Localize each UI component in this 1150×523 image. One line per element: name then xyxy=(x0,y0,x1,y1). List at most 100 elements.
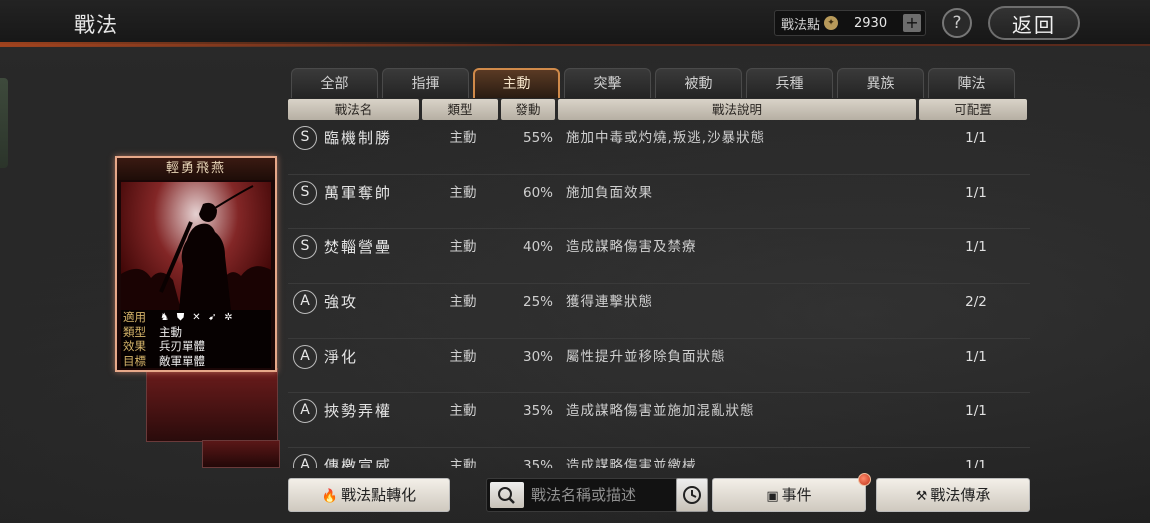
tactic-name: 焚輜營壘 xyxy=(324,238,393,257)
tactic-name: 萬軍奪帥 xyxy=(324,183,393,202)
grade-badge: S xyxy=(293,180,317,205)
history-button[interactable] xyxy=(676,478,708,512)
tactic-name: 強攻 xyxy=(324,293,359,312)
tactic-type: 主動 xyxy=(449,239,477,256)
tactic-desc: 獲得連擊狀態 xyxy=(566,294,653,311)
inherit-label: 戰法傳承 xyxy=(930,486,991,504)
tactic-rate: 60% xyxy=(522,184,553,201)
tactic-rate: 30% xyxy=(522,348,553,365)
convert-points-button[interactable]: 🔥 戰法點轉化 xyxy=(288,478,450,512)
header-rate[interactable]: 發動 xyxy=(501,99,555,120)
tab-troop[interactable]: 兵種 xyxy=(746,68,833,98)
top-bar: 戰法 戰法點 ✦ 2930 + ? 返回 xyxy=(0,0,1150,47)
card-target-label: 目標 xyxy=(123,353,146,368)
convert-points-label: 戰法點轉化 xyxy=(341,486,417,504)
tab-foreign[interactable]: 異族 xyxy=(837,68,924,98)
tab-command[interactable]: 指揮 xyxy=(382,68,469,98)
table-row[interactable]: S 臨機制勝 主動 55% 施加中毒或灼燒,叛逃,沙暴狀態 1/1 xyxy=(288,120,1030,175)
tactic-rate: 55% xyxy=(522,130,553,146)
header-type[interactable]: 類型 xyxy=(422,99,498,120)
card-effect-label: 效果 xyxy=(123,339,146,353)
points-label: 戰法點 xyxy=(781,17,821,33)
tactic-type: 主動 xyxy=(449,294,477,311)
table-row[interactable]: A 挾勢弄權 主動 35% 造成謀略傷害並施加混亂狀態 1/1 xyxy=(288,393,1030,449)
notification-badge xyxy=(858,473,871,486)
tab-formation[interactable]: 陣法 xyxy=(928,68,1015,98)
category-tabs: 全部 指揮 主動 突擊 被動 兵種 異族 陣法 xyxy=(291,68,1015,98)
inherit-button[interactable]: ⚒ 戰法傳承 xyxy=(876,478,1030,512)
spear-icon: ➹ xyxy=(208,311,217,323)
points-value: 2930 xyxy=(854,15,888,31)
tactic-card[interactable]: 輕勇飛燕 適用 ♞ ⛊ ✕ ➹ ✲ 類型 主動 效果 兵刃單體 目標 敵軍單體 xyxy=(115,156,277,372)
help-button[interactable]: ? xyxy=(942,8,972,38)
tactic-slots: 1/1 xyxy=(965,458,987,468)
table-row[interactable]: S 萬軍奪帥 主動 60% 施加負面效果 1/1 xyxy=(288,175,1030,230)
tactic-slots: 1/1 xyxy=(965,403,987,420)
tactic-rate: 35% xyxy=(522,458,553,468)
card-type-label: 類型 xyxy=(123,324,146,339)
tab-all[interactable]: 全部 xyxy=(291,68,378,98)
tactic-type: 主動 xyxy=(449,348,477,365)
points-coin-icon: ✦ xyxy=(824,16,839,30)
hammer-icon: ⚒ xyxy=(915,489,928,504)
grade-badge: A xyxy=(293,399,317,424)
card-apply-label: 適用 xyxy=(123,310,146,324)
tactic-name: 傳檄宣威 xyxy=(324,457,393,468)
tactic-slots: 1/1 xyxy=(965,348,987,365)
flame-icon: 🔥 xyxy=(321,489,339,504)
tactic-desc: 施加中毒或灼燒,叛逃,沙暴狀態 xyxy=(566,130,766,146)
tactic-desc: 造成謀略傷害並施加混亂狀態 xyxy=(566,403,755,420)
header-slots[interactable]: 可配置 xyxy=(919,99,1027,120)
tactic-points-display: 戰法點 ✦ 2930 + xyxy=(774,10,926,36)
grade-badge: A xyxy=(293,344,317,369)
back-button[interactable]: 返回 xyxy=(988,6,1080,40)
tactic-slots: 1/1 xyxy=(965,239,987,256)
table-row[interactable]: A 淨化 主動 30% 屬性提升並移除負面狀態 1/1 xyxy=(288,339,1030,394)
tactic-type: 主動 xyxy=(449,458,477,468)
add-points-button[interactable]: + xyxy=(903,14,921,32)
card-target-value: 敵軍單體 xyxy=(159,353,205,368)
tactic-type: 主動 xyxy=(449,130,477,146)
event-icon: ▣ xyxy=(766,489,779,504)
siege-icon: ✲ xyxy=(224,311,233,323)
grade-badge: S xyxy=(293,235,317,260)
tab-assault[interactable]: 突擊 xyxy=(564,68,651,98)
cavalry-icon: ♞ xyxy=(160,311,169,323)
tactic-desc: 造成謀略傷害並繳械 xyxy=(566,458,697,468)
header-desc: 戰法說明 xyxy=(558,99,916,120)
tab-active[interactable]: 主動 xyxy=(473,68,560,98)
stacked-card[interactable] xyxy=(146,368,278,442)
tactic-name: 淨化 xyxy=(324,347,359,366)
side-drawer-handle[interactable] xyxy=(0,78,8,168)
clock-icon xyxy=(683,486,701,504)
tactic-name: 臨機制勝 xyxy=(324,129,393,147)
search-icon[interactable] xyxy=(490,482,524,508)
tactic-rate: 25% xyxy=(522,294,553,311)
table-row[interactable]: S 焚輜營壘 主動 40% 造成謀略傷害及禁療 1/1 xyxy=(288,229,1030,285)
tactic-slots: 2/2 xyxy=(965,294,987,311)
search-box xyxy=(486,478,708,512)
tactic-type: 主動 xyxy=(449,184,477,201)
tactic-name: 挾勢弄權 xyxy=(324,402,393,421)
header-name[interactable]: 戰法名 xyxy=(288,99,419,120)
shield-icon: ⛊ xyxy=(176,311,185,323)
table-row[interactable]: A 強攻 主動 25% 獲得連擊狀態 2/2 xyxy=(288,284,1030,339)
stacked-card[interactable] xyxy=(202,440,280,468)
table-header: 戰法名 類型 發動 戰法說明 可配置 xyxy=(288,99,1027,120)
card-type-value: 主動 xyxy=(159,324,182,339)
search-input[interactable] xyxy=(531,479,671,511)
tactics-list[interactable]: S 臨機制勝 主動 55% 施加中毒或灼燒,叛逃,沙暴狀態 1/1 S 萬軍奪帥… xyxy=(288,120,1030,468)
tactic-desc: 造成謀略傷害及禁療 xyxy=(566,239,697,256)
card-title: 輕勇飛燕 xyxy=(117,158,275,180)
card-illustration xyxy=(121,182,271,310)
tactic-slots: 1/1 xyxy=(965,130,987,146)
card-effect-value: 兵刃單體 xyxy=(159,339,205,353)
card-info-panel: 適用 ♞ ⛊ ✕ ➹ ✲ 類型 主動 效果 兵刃單體 目標 敵軍單體 xyxy=(121,310,271,368)
tab-passive[interactable]: 被動 xyxy=(655,68,742,98)
table-row[interactable]: A 傳檄宣威 主動 35% 造成謀略傷害並繳械 1/1 xyxy=(288,448,1030,468)
archer-icon: ✕ xyxy=(192,311,201,323)
warrior-silhouette-icon xyxy=(121,185,271,310)
events-button[interactable]: ▣ 事件 xyxy=(712,478,866,512)
tactic-rate: 40% xyxy=(522,239,553,256)
events-label: 事件 xyxy=(781,486,812,504)
